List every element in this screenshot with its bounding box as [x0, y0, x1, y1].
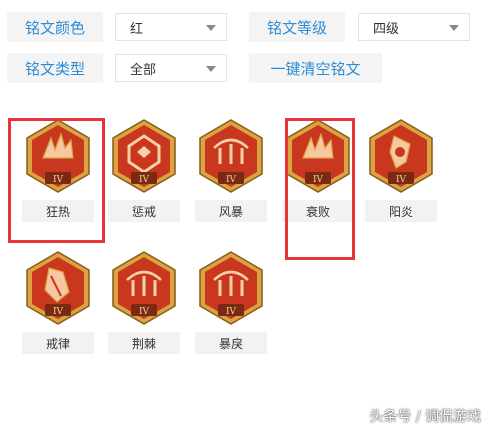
rune-item[interactable]: IV 暴戾 — [195, 250, 267, 354]
rune-level-label: 铭文等级 — [249, 12, 345, 42]
rune-color-value: 红 — [130, 21, 144, 37]
gate-rune-icon: IV — [195, 118, 267, 194]
chevron-down-icon — [206, 66, 216, 72]
rune-name: 风暴 — [195, 200, 267, 222]
clear-runes-button[interactable]: 一键清空铭文 — [249, 53, 382, 83]
rune-type-value: 全部 — [130, 62, 157, 78]
rune-color-select[interactable]: 红 — [115, 13, 227, 41]
gate-rune-icon: IV — [195, 250, 267, 326]
crystal-rune-icon: IV — [22, 250, 94, 326]
chevron-down-icon — [449, 25, 459, 31]
rune-name: 暴戾 — [195, 332, 267, 354]
rune-item[interactable]: IV 风暴 — [195, 118, 267, 222]
chevron-down-icon — [206, 25, 216, 31]
rune-item[interactable]: IV 惩戒 — [108, 118, 180, 222]
highlight-box-shuaibai — [285, 118, 355, 260]
rune-level-select[interactable]: 四级 — [358, 13, 470, 41]
svg-text:IV: IV — [226, 175, 237, 185]
rune-name: 惩戒 — [108, 200, 180, 222]
rune-name: 荆棘 — [108, 332, 180, 354]
svg-text:IV: IV — [139, 175, 150, 185]
gate-rune-icon: IV — [108, 250, 180, 326]
rune-type-label: 铭文类型 — [7, 53, 103, 83]
rune-item[interactable]: IV 荆棘 — [108, 250, 180, 354]
watermark: 头条号 / 调侃游戏 — [369, 409, 481, 425]
highlight-box-kuangre — [8, 118, 105, 243]
rune-name: 戒律 — [22, 332, 94, 354]
cube-rune-icon: IV — [108, 118, 180, 194]
svg-text:IV: IV — [53, 307, 64, 317]
svg-text:IV: IV — [396, 175, 407, 185]
rune-item[interactable]: IV 戒律 — [22, 250, 94, 354]
svg-text:IV: IV — [139, 307, 150, 317]
rune-item[interactable]: IV 阳炎 — [365, 118, 437, 222]
svg-text:IV: IV — [226, 307, 237, 317]
rune-level-value: 四级 — [373, 21, 400, 37]
rune-type-select[interactable]: 全部 — [115, 54, 227, 82]
rune-name: 阳炎 — [365, 200, 437, 222]
sun-rune-icon: IV — [365, 118, 437, 194]
rune-color-label: 铭文颜色 — [7, 12, 103, 42]
